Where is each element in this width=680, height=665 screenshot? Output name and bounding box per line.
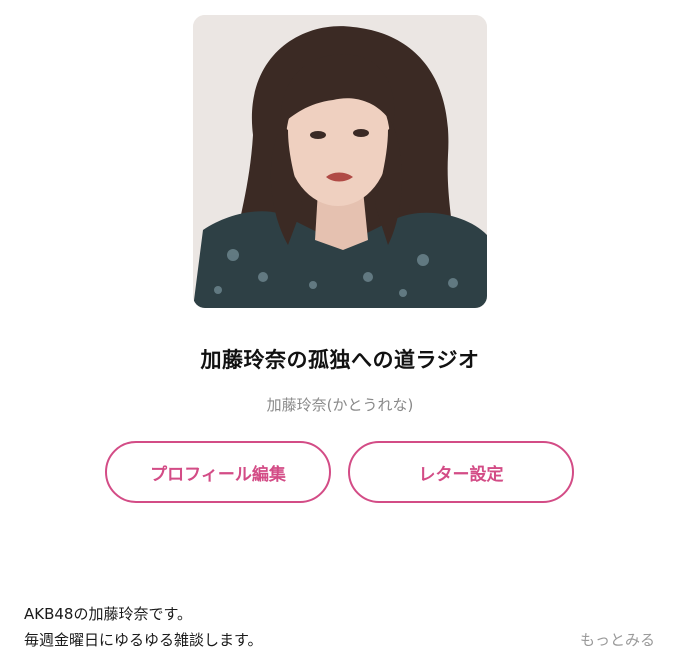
podcast-author[interactable]: 加藤玲奈(かとうれな): [0, 394, 680, 415]
podcast-title: 加藤玲奈の孤独への道ラジオ: [200, 348, 480, 372]
show-more-link[interactable]: もっとみる: [580, 627, 655, 653]
podcast-description: AKB48の加藤玲奈です。 毎週金曜日にゆるゆる雑談します。: [24, 601, 263, 653]
description-line-2: 毎週金曜日にゆるゆる雑談します。: [24, 631, 263, 649]
profile-edit-button[interactable]: プロフィール編集: [105, 441, 331, 503]
letter-settings-button[interactable]: レター設定: [348, 441, 574, 503]
cover-photo: [193, 15, 487, 308]
description-line-1: AKB48の加藤玲奈です。: [24, 605, 192, 623]
podcast-cover-image: [193, 15, 487, 308]
